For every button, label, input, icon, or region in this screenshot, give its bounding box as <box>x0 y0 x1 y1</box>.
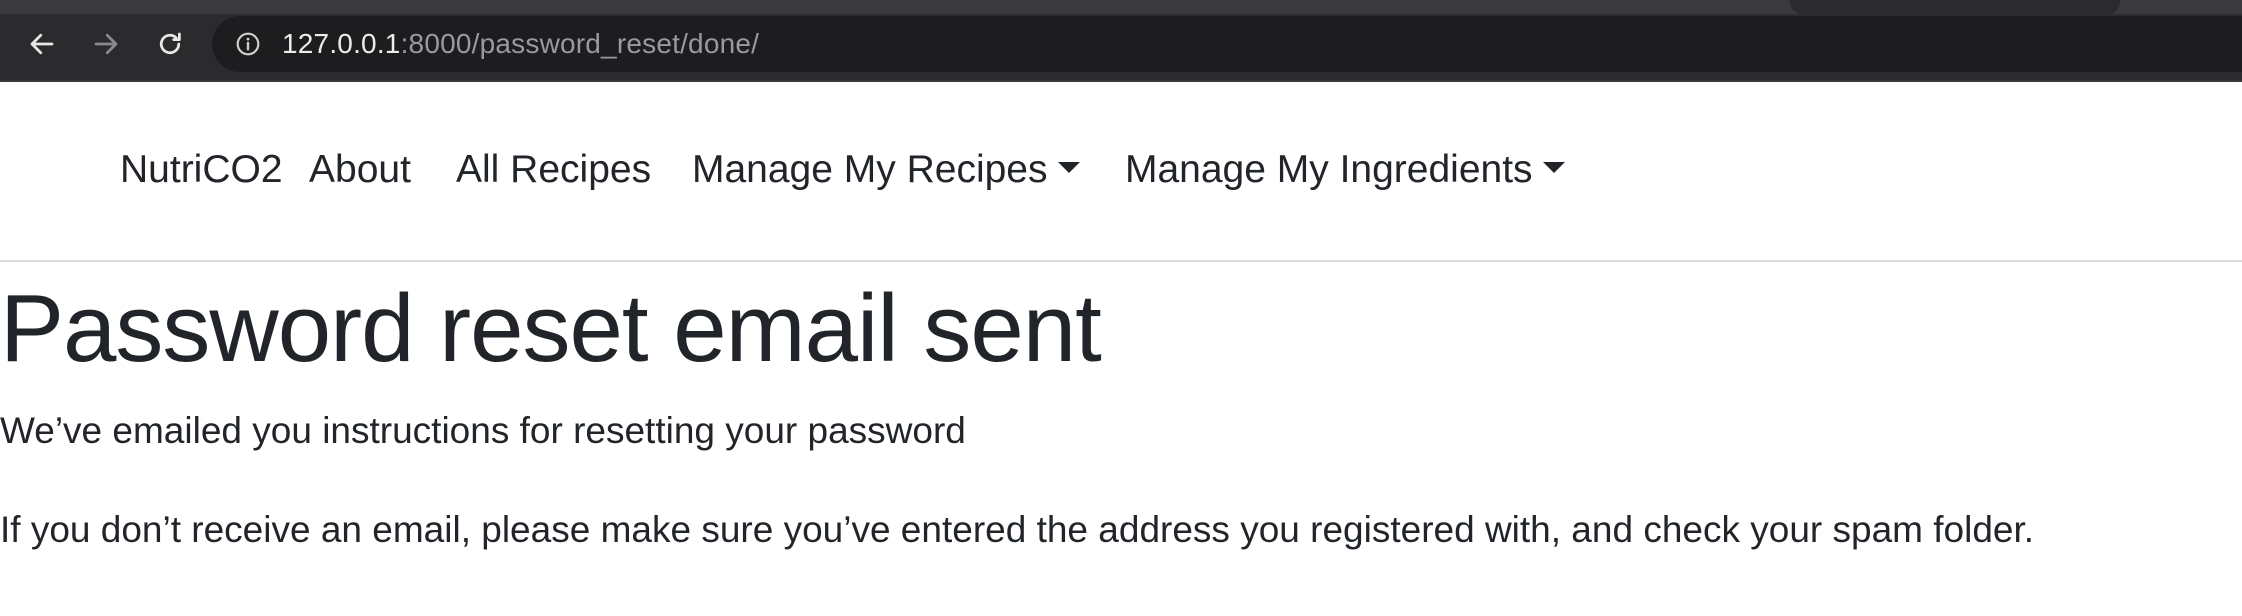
arrow-left-icon <box>27 29 57 59</box>
caret-down-icon <box>1542 162 1565 174</box>
url-host: 127.0.0.1 <box>282 28 401 59</box>
nav-dropdown-manage-recipes[interactable]: Manage My Recipes <box>692 146 1080 194</box>
forward-button[interactable] <box>86 24 126 64</box>
reload-button[interactable] <box>150 24 190 64</box>
url-path: :8000/password_reset/done/ <box>400 28 760 59</box>
url-text[interactable]: 127.0.0.1:8000/password_reset/done/ <box>282 28 759 60</box>
nav-dropdown-manage-ingredients[interactable]: Manage My Ingredients <box>1125 146 1565 194</box>
arrow-right-icon <box>91 29 121 59</box>
nav-link-all-recipes[interactable]: All Recipes <box>456 146 651 194</box>
navbar-brand[interactable]: NutriCO2 <box>120 146 283 194</box>
info-icon[interactable] <box>234 30 262 58</box>
reload-icon <box>155 29 185 59</box>
confirmation-message: We’ve emailed you instructions for reset… <box>0 410 966 451</box>
site-navbar: NutriCO2 About All Recipes Manage My Rec… <box>0 84 2242 262</box>
caret-down-icon <box>1057 162 1080 174</box>
nav-dropdown-label: Manage My Ingredients <box>1125 148 1533 191</box>
browser-tab[interactable] <box>1790 0 2120 14</box>
nav-link-about[interactable]: About <box>309 146 411 194</box>
nav-dropdown-label: Manage My Recipes <box>692 148 1048 191</box>
page-title: Password reset email sent <box>0 275 1102 382</box>
back-button[interactable] <box>22 24 62 64</box>
help-message: If you don’t receive an email, please ma… <box>0 509 2035 550</box>
tab-strip <box>0 0 2242 14</box>
address-bar[interactable]: 127.0.0.1:8000/password_reset/done/ <box>212 16 2242 72</box>
browser-toolbar: 127.0.0.1:8000/password_reset/done/ <box>0 0 2242 82</box>
